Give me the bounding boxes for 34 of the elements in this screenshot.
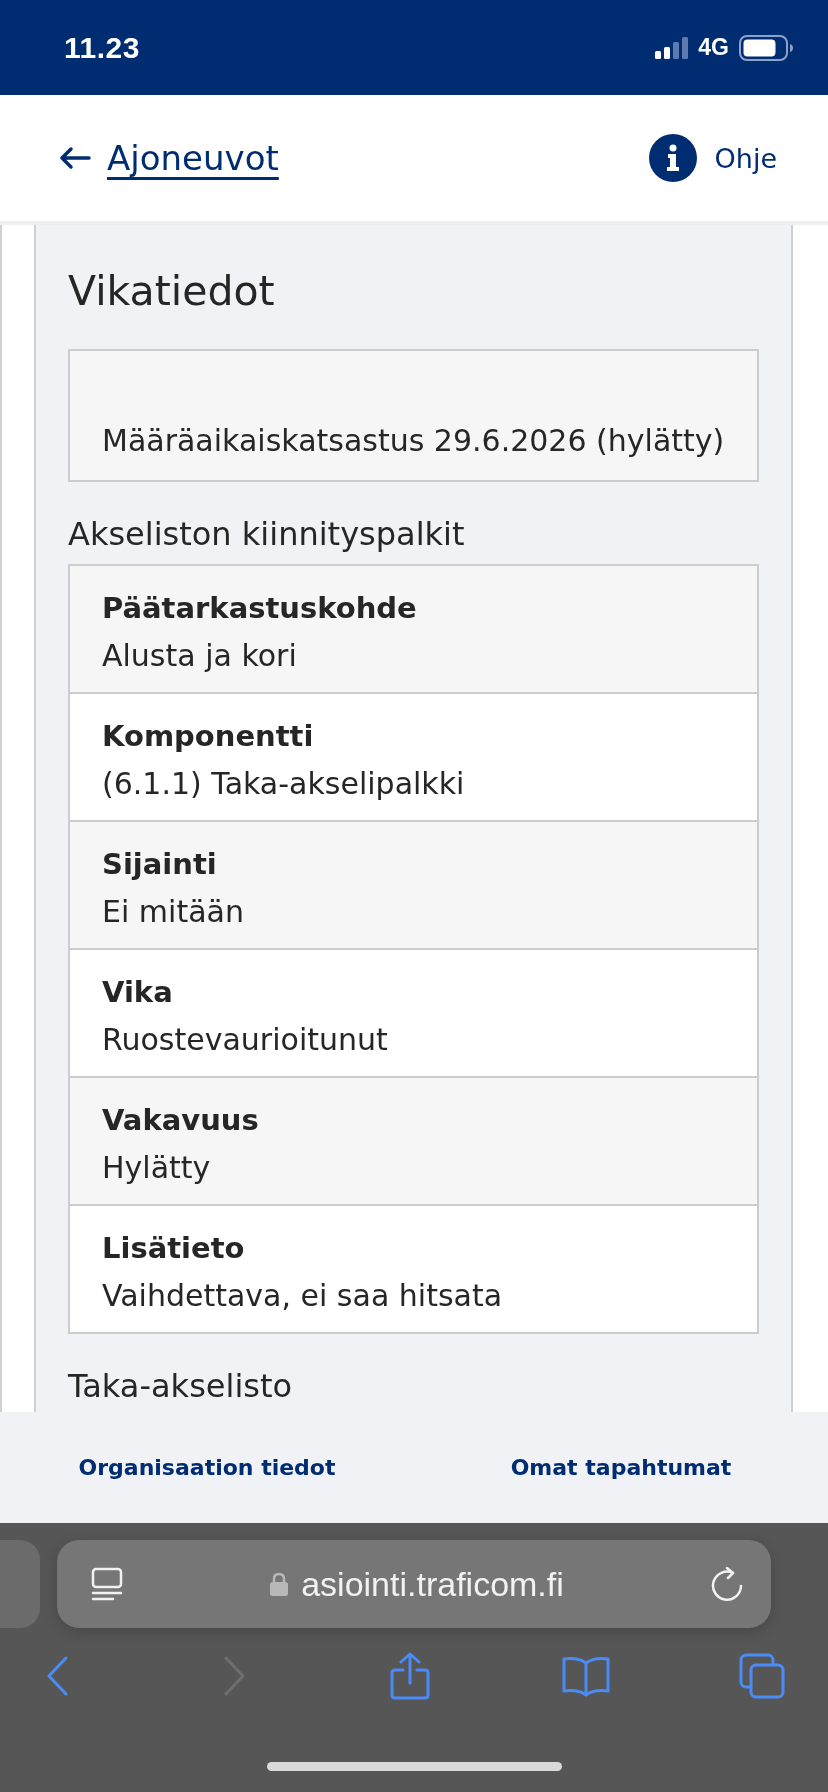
row-value: Hylätty — [102, 1149, 212, 1187]
network-label: 4G — [698, 34, 729, 61]
help-link[interactable]: Ohje — [648, 134, 777, 182]
row-label: Lisätieto — [102, 1230, 246, 1267]
footer-link[interactable]: Organisaation tiedot — [78, 1455, 336, 1480]
row-value: Alusta ja kori — [102, 637, 298, 675]
row-value: Ruostevaurioitunut — [102, 1021, 389, 1059]
overlapping-squares-icon[interactable] — [739, 1653, 785, 1699]
footer-link[interactable]: Omat tapahtumat — [510, 1455, 732, 1480]
lock-icon — [270, 1572, 289, 1596]
group-title: Akseliston kiinnityspalkit — [68, 514, 466, 554]
row-value: Ei mitään — [102, 893, 245, 931]
row-value: Vaihdettava, ei saa hitsata — [102, 1277, 504, 1315]
share-icon[interactable] — [390, 1652, 430, 1700]
url-field[interactable]: asiointi.traficom.fi — [57, 1540, 771, 1628]
row-label: Sijainti — [102, 846, 218, 883]
book-icon[interactable] — [562, 1655, 610, 1697]
row-label: Vakavuus — [102, 1102, 260, 1139]
status-time: 11.23 — [64, 30, 141, 65]
reader-icon[interactable] — [91, 1567, 123, 1601]
back-arrow-icon — [59, 146, 91, 170]
signal-icon — [655, 36, 689, 59]
row-value: (6.1.1) Taka-akselipalkki — [102, 765, 466, 803]
inspection-summary: Määräaikaiskatsastus 29.6.2026 (hylätty) — [68, 349, 759, 482]
reload-icon[interactable] — [711, 1567, 743, 1601]
battery-icon — [739, 34, 793, 61]
info-icon — [648, 134, 697, 182]
back-link[interactable]: Ajoneuvot — [59, 138, 649, 178]
chevron-left-icon[interactable] — [46, 1656, 70, 1696]
group-title: Taka-akselisto — [68, 1366, 294, 1406]
row-label: Vika — [102, 974, 174, 1011]
row-label: Päätarkastuskohde — [102, 590, 418, 627]
row-label: Komponentti — [102, 718, 315, 755]
section-title: Vikatiedot — [68, 267, 276, 315]
